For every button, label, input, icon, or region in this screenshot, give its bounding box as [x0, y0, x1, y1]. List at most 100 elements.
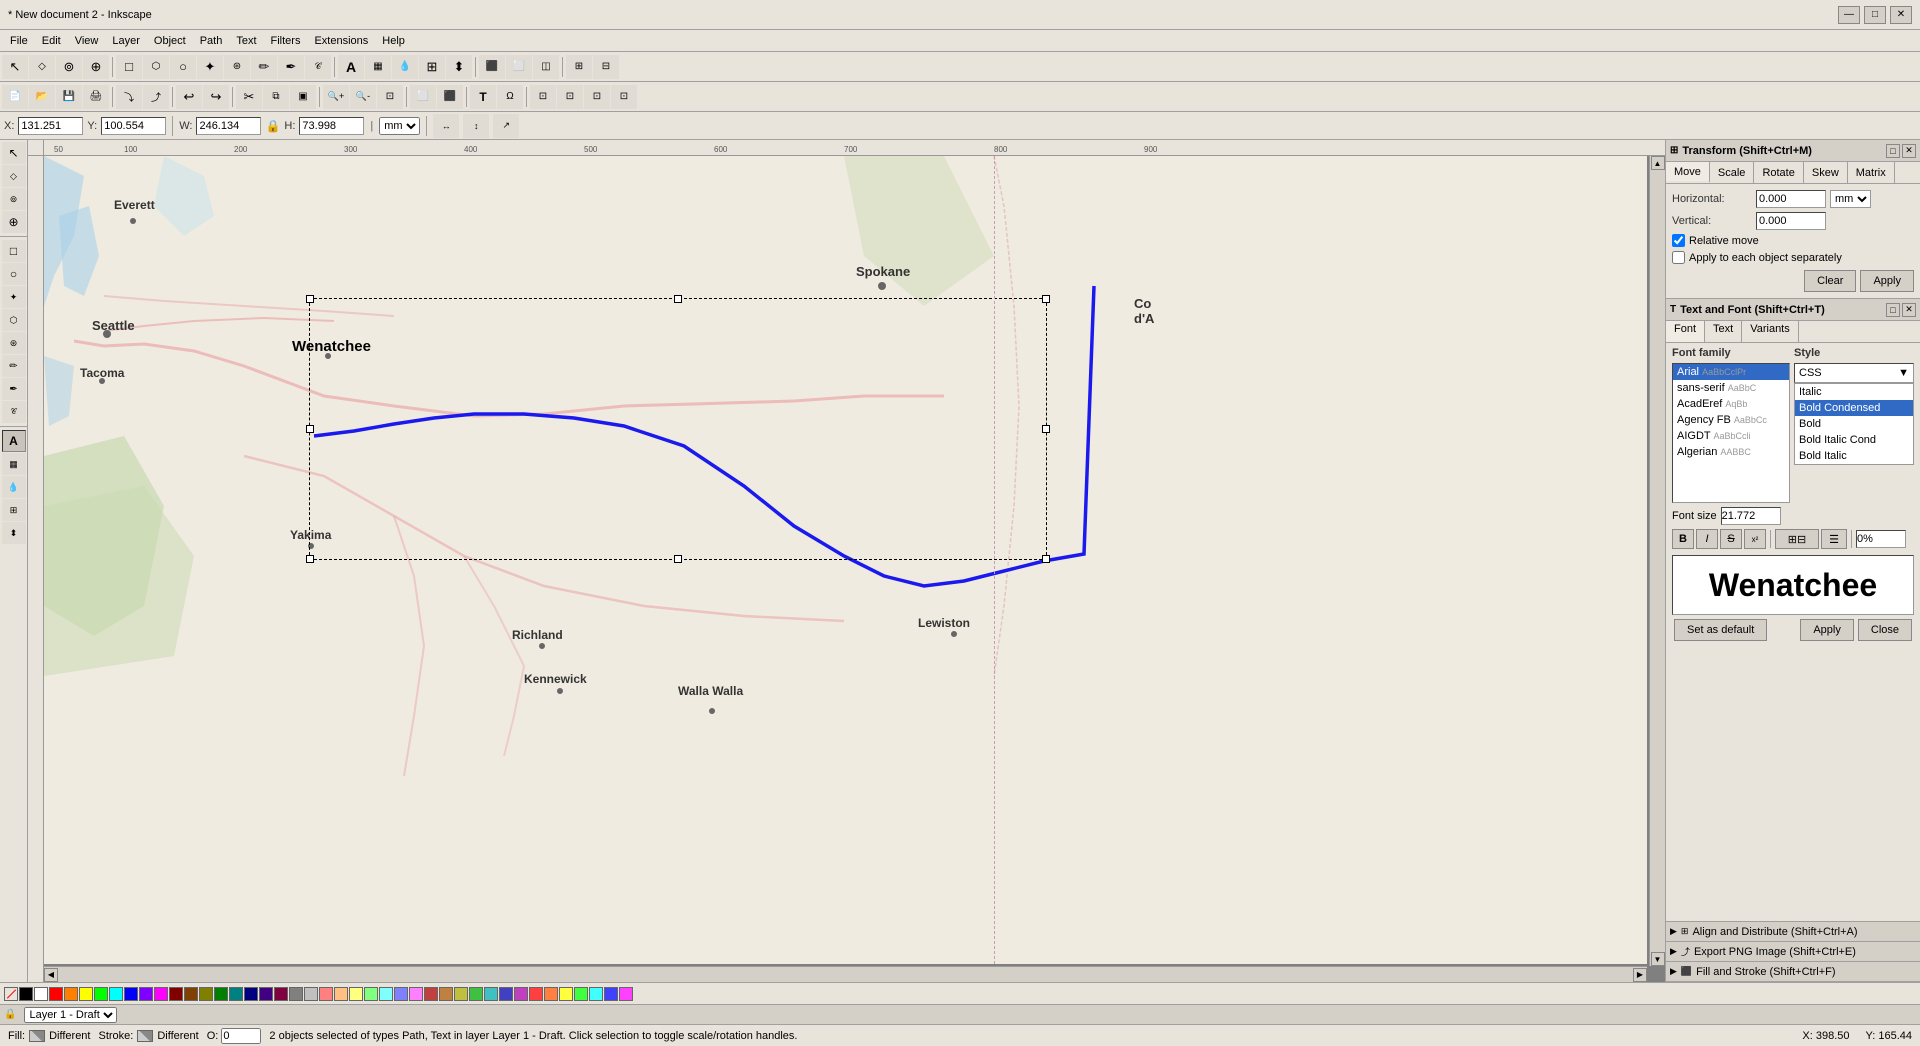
- tb-pencil[interactable]: ✏: [251, 55, 277, 79]
- menu-edit[interactable]: Edit: [36, 33, 67, 49]
- color-wine[interactable]: [274, 987, 288, 1001]
- font-size-input[interactable]: [1721, 507, 1781, 525]
- color-green[interactable]: [94, 987, 108, 1001]
- tool-measure[interactable]: ⬍: [2, 522, 26, 544]
- menu-path[interactable]: Path: [194, 33, 229, 49]
- x-input[interactable]: [18, 117, 83, 135]
- tool-callig[interactable]: 𝒞: [2, 401, 26, 423]
- tab-font[interactable]: Font: [1666, 321, 1705, 342]
- font-item-arial[interactable]: Arial AaBbCclPr: [1673, 364, 1789, 380]
- tab-move[interactable]: Move: [1666, 162, 1710, 183]
- tb-pen[interactable]: ✒: [278, 55, 304, 79]
- menu-extensions[interactable]: Extensions: [308, 33, 374, 49]
- transform-close-btn[interactable]: ✕: [1902, 144, 1916, 158]
- font-item-sans[interactable]: sans-serif AaBbC: [1673, 380, 1789, 396]
- color-pink[interactable]: [409, 987, 423, 1001]
- fmt-italic-btn[interactable]: I: [1696, 529, 1718, 549]
- tb-spiral[interactable]: ⊛: [224, 55, 250, 79]
- set-default-btn[interactable]: Set as default: [1674, 619, 1767, 641]
- tb-group[interactable]: ⬜: [410, 85, 436, 109]
- tb-paste[interactable]: ▣: [290, 85, 316, 109]
- tb-3dbox[interactable]: ⬡: [143, 55, 169, 79]
- horizontal-input[interactable]: [1756, 190, 1826, 208]
- tb-cut[interactable]: ✂: [236, 85, 262, 109]
- tb-zoomin[interactable]: 🔍+: [323, 85, 349, 109]
- tb-text2[interactable]: T: [470, 85, 496, 109]
- color-medpurple[interactable]: [514, 987, 528, 1001]
- tb-node[interactable]: ◇: [29, 55, 55, 79]
- align-distribute-header[interactable]: ▶ ⊞ Align and Distribute (Shift+Ctrl+A): [1666, 922, 1920, 942]
- tb-open[interactable]: 📂: [29, 85, 55, 109]
- menu-help[interactable]: Help: [376, 33, 411, 49]
- tool-text[interactable]: A: [2, 430, 26, 452]
- tb-shadow[interactable]: ◫: [533, 55, 559, 79]
- map-canvas[interactable]: Everett Seattle Tacoma Wenatchee Spokane…: [44, 156, 1647, 964]
- tab-variants[interactable]: Variants: [1742, 321, 1799, 342]
- tb-zoomfit[interactable]: ⊡: [377, 85, 403, 109]
- style-item-italic[interactable]: Italic: [1795, 384, 1913, 400]
- tb-cols[interactable]: ⊟: [593, 55, 619, 79]
- layer-select[interactable]: Layer 1 - Draft: [24, 1007, 117, 1023]
- tb-star[interactable]: ✦: [197, 55, 223, 79]
- menu-text[interactable]: Text: [230, 33, 262, 49]
- menu-layer[interactable]: Layer: [106, 33, 146, 49]
- tb-undo[interactable]: ↩: [176, 85, 202, 109]
- fill-stroke-header[interactable]: ▶ ⬛ Fill and Stroke (Shift+Ctrl+F): [1666, 962, 1920, 982]
- scroll-down-btn[interactable]: ▼: [1651, 952, 1665, 966]
- textfont-apply-btn[interactable]: Apply: [1800, 619, 1854, 641]
- tb-import[interactable]: ⤵: [116, 85, 142, 109]
- color-indigo[interactable]: [259, 987, 273, 1001]
- color-brightcyan[interactable]: [589, 987, 603, 1001]
- horizontal-scrollbar[interactable]: ◀ ▶: [44, 966, 1647, 982]
- color-teal[interactable]: [229, 987, 243, 1001]
- unit-select-h[interactable]: mmpxpt: [1830, 190, 1871, 208]
- tab-text[interactable]: Text: [1705, 321, 1742, 342]
- color-salmon[interactable]: [319, 987, 333, 1001]
- tb-text[interactable]: A: [338, 55, 364, 79]
- tb-symbols[interactable]: Ω: [497, 85, 523, 109]
- no-color[interactable]: [4, 987, 18, 1001]
- tool-star[interactable]: ✦: [2, 286, 26, 308]
- transform-btn1[interactable]: ↔: [433, 114, 459, 138]
- vertical-input[interactable]: [1756, 212, 1826, 230]
- color-brightpink[interactable]: [619, 987, 633, 1001]
- color-brightyellow[interactable]: [559, 987, 573, 1001]
- relative-move-checkbox[interactable]: [1672, 234, 1685, 247]
- color-brightblue[interactable]: [604, 987, 618, 1001]
- textfont-close-btn[interactable]: ✕: [1902, 303, 1916, 317]
- color-medblue[interactable]: [499, 987, 513, 1001]
- tb-measure[interactable]: ⬍: [446, 55, 472, 79]
- fmt-bold-btn[interactable]: B: [1672, 529, 1694, 549]
- tb-circle[interactable]: ○: [170, 55, 196, 79]
- tb-fill[interactable]: ⬛: [479, 55, 505, 79]
- scroll-right-btn[interactable]: ▶: [1633, 968, 1647, 982]
- tb-new[interactable]: 📄: [2, 85, 28, 109]
- tool-circle[interactable]: ○: [2, 263, 26, 285]
- color-red[interactable]: [49, 987, 63, 1001]
- color-black[interactable]: [19, 987, 33, 1001]
- tool-3dbox[interactable]: ⬡: [2, 309, 26, 331]
- style-item-bold-italic[interactable]: Bold Italic: [1795, 448, 1913, 464]
- color-lightcyan[interactable]: [379, 987, 393, 1001]
- tool-pen[interactable]: ✒: [2, 378, 26, 400]
- color-peach[interactable]: [334, 987, 348, 1001]
- tb-grid[interactable]: ⊞: [566, 55, 592, 79]
- tool-eyedrop[interactable]: 💧: [2, 476, 26, 498]
- tb-obj3[interactable]: ⊡: [584, 85, 610, 109]
- textfont-undock-btn[interactable]: □: [1886, 303, 1900, 317]
- tb-export[interactable]: ⤴: [143, 85, 169, 109]
- transform-undock-btn[interactable]: □: [1886, 144, 1900, 158]
- menu-object[interactable]: Object: [148, 33, 192, 49]
- color-orange[interactable]: [64, 987, 78, 1001]
- tb-callig[interactable]: 𝒞: [305, 55, 331, 79]
- tb-stroke[interactable]: ⬜: [506, 55, 532, 79]
- tb-ungroup[interactable]: ⬛: [437, 85, 463, 109]
- tb-zoomout[interactable]: 🔍-: [350, 85, 376, 109]
- color-magenta[interactable]: [154, 987, 168, 1001]
- font-item-algerian[interactable]: Algerian AABBC: [1673, 444, 1789, 460]
- tb-select[interactable]: ↖: [2, 55, 28, 79]
- fmt-list-btn[interactable]: ☰: [1821, 529, 1847, 549]
- tool-node[interactable]: ◇: [2, 165, 26, 187]
- tab-rotate[interactable]: Rotate: [1754, 162, 1803, 183]
- color-lightblue[interactable]: [394, 987, 408, 1001]
